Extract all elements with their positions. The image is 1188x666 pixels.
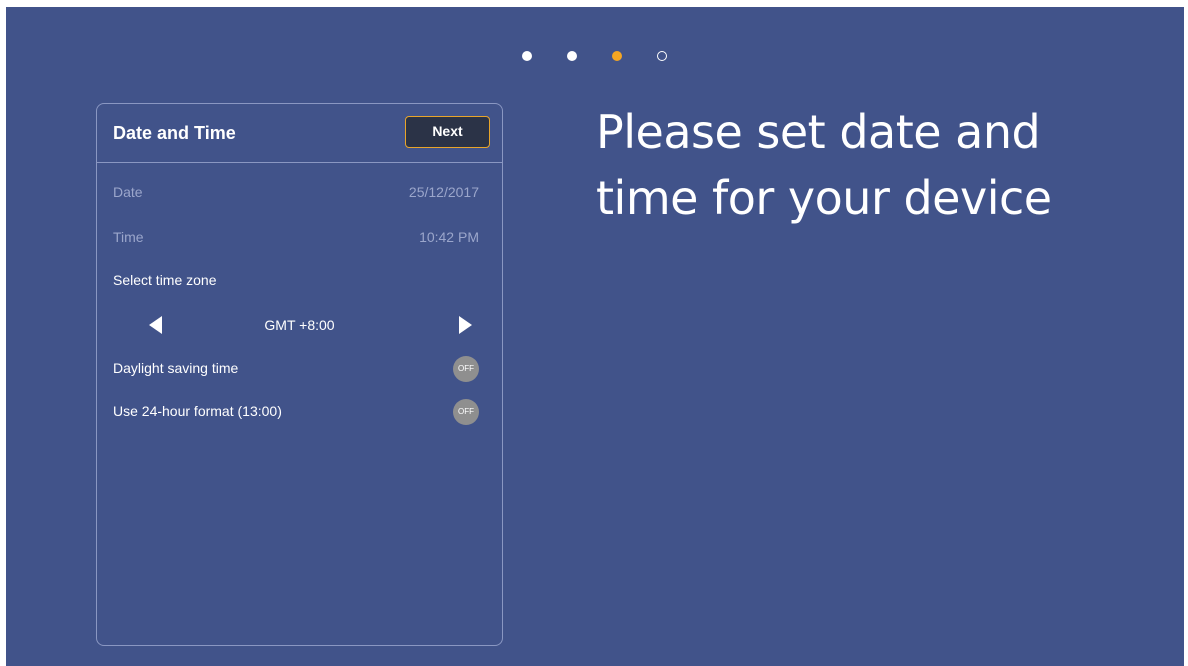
page-dot-4: [657, 51, 667, 61]
time-label: Time: [113, 229, 144, 245]
timezone-next-arrow-icon[interactable]: [459, 316, 472, 334]
next-button[interactable]: Next: [405, 116, 490, 148]
daylight-saving-row: Daylight saving time OFF: [113, 356, 479, 382]
hour-format-label: Use 24-hour format (13:00): [113, 403, 282, 419]
date-label: Date: [113, 184, 143, 200]
hour-format-toggle[interactable]: OFF: [453, 399, 479, 425]
daylight-saving-toggle[interactable]: OFF: [453, 356, 479, 382]
headline: Please set date and time for your device: [596, 105, 1052, 225]
page-dot-2: [567, 51, 577, 61]
date-value: 25/12/2017: [408, 184, 479, 200]
time-row[interactable]: Time 10:42 PM: [113, 229, 479, 249]
page-indicator: [522, 51, 682, 63]
timezone-heading: Select time zone: [113, 272, 479, 292]
timezone-selector: GMT +8:00: [97, 312, 502, 336]
page-dot-1: [522, 51, 532, 61]
panel-header: Date and Time Next: [97, 104, 502, 163]
timezone-label: Select time zone: [113, 272, 217, 288]
page-dot-3-active: [612, 51, 622, 61]
hour-format-row: Use 24-hour format (13:00) OFF: [113, 399, 479, 425]
daylight-saving-label: Daylight saving time: [113, 360, 239, 376]
timezone-value: GMT +8:00: [264, 317, 335, 333]
time-value: 10:42 PM: [419, 229, 479, 245]
panel-title: Date and Time: [113, 123, 236, 143]
date-time-panel: Date and Time Next Date 25/12/2017 Time …: [96, 103, 503, 646]
setup-screen: Date and Time Next Date 25/12/2017 Time …: [6, 7, 1184, 666]
date-row[interactable]: Date 25/12/2017: [113, 184, 479, 204]
